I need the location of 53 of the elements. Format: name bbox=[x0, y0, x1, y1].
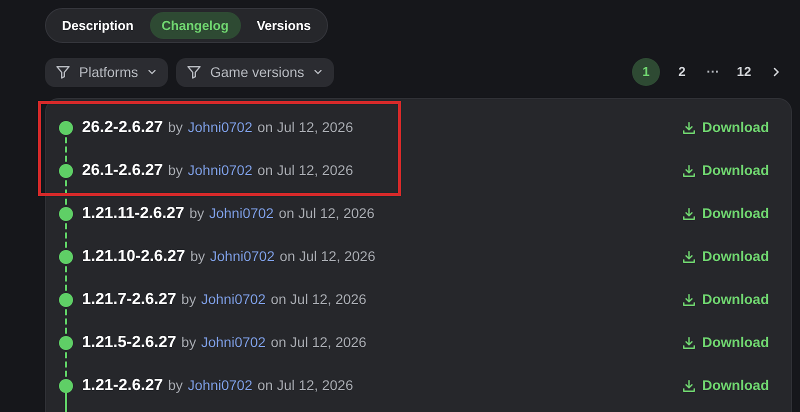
filter-dropdown[interactable]: Platforms bbox=[45, 58, 168, 86]
version-name: 1.21-2.6.27 bbox=[82, 376, 163, 396]
version-name: 1.21.5-2.6.27 bbox=[82, 332, 176, 352]
download-button[interactable]: Download bbox=[682, 246, 769, 267]
release-date: on Jul 12, 2026 bbox=[270, 290, 366, 308]
tab[interactable]: Versions bbox=[244, 12, 323, 39]
author-link[interactable]: Johni0702 bbox=[209, 202, 274, 224]
author-link[interactable]: Johni0702 bbox=[210, 246, 275, 266]
version-name: 26.2-2.6.27 bbox=[82, 118, 163, 138]
by-label: by bbox=[168, 160, 183, 180]
release-date: on Jul 12, 2026 bbox=[280, 246, 376, 266]
download-icon bbox=[682, 164, 696, 178]
tab[interactable]: Description bbox=[50, 12, 146, 39]
author-link[interactable]: Johni0702 bbox=[201, 288, 266, 310]
author-link[interactable]: Johni0702 bbox=[188, 160, 252, 180]
by-label: by bbox=[168, 376, 183, 395]
download-icon bbox=[682, 292, 696, 306]
download-button[interactable]: Download bbox=[682, 203, 769, 224]
by-label: by bbox=[181, 332, 196, 352]
release-date: on Jul 12, 2026 bbox=[278, 204, 374, 222]
release-date: on Jul 12, 2026 bbox=[270, 332, 366, 352]
download-button[interactable]: Download bbox=[682, 332, 769, 353]
author-link[interactable]: Johni0702 bbox=[188, 116, 252, 138]
version-name: 1.21.10-2.6.27 bbox=[82, 246, 186, 266]
author-link[interactable]: Johni0702 bbox=[201, 332, 266, 352]
version-name: 1.21.11-2.6.27 bbox=[82, 204, 184, 224]
release-date: on Jul 12, 2026 bbox=[257, 160, 354, 180]
filter-dropdown[interactable]: Game versions bbox=[176, 58, 334, 86]
by-label: by bbox=[168, 118, 183, 137]
download-icon bbox=[682, 336, 696, 350]
by-label: by bbox=[189, 204, 204, 223]
by-label: by bbox=[181, 290, 196, 309]
page-button[interactable]: 1 bbox=[632, 58, 660, 86]
download-icon bbox=[682, 378, 696, 392]
pagination-ellipsis: ··· bbox=[706, 63, 720, 82]
download-icon bbox=[682, 206, 696, 220]
release-date: on Jul 12, 2026 bbox=[257, 118, 354, 136]
filter-icon bbox=[186, 64, 202, 80]
page-button[interactable]: 12 bbox=[730, 58, 758, 86]
download-icon bbox=[682, 120, 696, 134]
download-icon bbox=[682, 250, 696, 264]
download-button[interactable]: Download bbox=[682, 160, 769, 181]
author-link[interactable]: Johni0702 bbox=[188, 374, 252, 396]
download-button[interactable]: Download bbox=[682, 375, 769, 396]
page-button[interactable]: 2 bbox=[668, 58, 696, 86]
by-label: by bbox=[190, 246, 205, 266]
release-date: on Jul 12, 2026 bbox=[257, 376, 354, 394]
tab[interactable]: Changelog bbox=[150, 12, 241, 39]
download-button[interactable]: Download bbox=[682, 117, 769, 138]
filter-icon bbox=[55, 64, 71, 80]
version-name: 26.1-2.6.27 bbox=[82, 160, 163, 180]
download-button[interactable]: Download bbox=[682, 289, 769, 310]
version-name: 1.21.7-2.6.27 bbox=[82, 290, 176, 310]
